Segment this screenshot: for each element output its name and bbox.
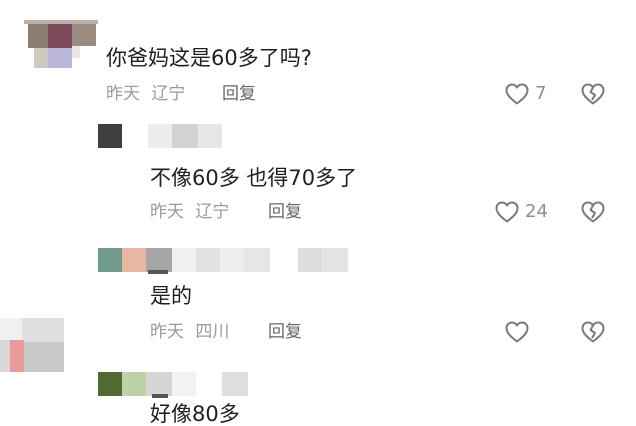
avatar[interactable] — [98, 248, 172, 274]
like-count: 24 — [525, 201, 548, 222]
heart-outline-icon — [504, 320, 530, 344]
like-button[interactable]: 24 — [494, 200, 554, 224]
dislike-button[interactable] — [580, 200, 606, 224]
broken-heart-icon — [580, 200, 606, 224]
comment-meta: 昨天 辽宁 — [106, 84, 185, 104]
broken-heart-icon — [580, 320, 606, 344]
username-mosaic — [172, 248, 348, 272]
comment-time: 昨天 — [150, 202, 184, 222]
comment-location: 辽宁 — [195, 202, 230, 222]
like-button[interactable] — [504, 320, 530, 344]
avatar[interactable] — [98, 124, 122, 148]
like-button[interactable]: 7 — [504, 82, 552, 106]
avatar[interactable] — [0, 314, 64, 374]
like-count: 7 — [535, 83, 547, 104]
username-mosaic — [148, 124, 222, 148]
comment-meta: 昨天 四川 — [150, 322, 229, 342]
heart-outline-icon — [504, 82, 530, 106]
comment-meta: 昨天 辽宁 — [150, 202, 229, 222]
reply-button[interactable]: 回复 — [268, 322, 302, 342]
comment-text: 你爸妈这是60多了吗? — [106, 46, 312, 70]
avatar[interactable] — [24, 20, 98, 72]
username-mosaic — [172, 372, 248, 396]
reply-button[interactable]: 回复 — [222, 84, 256, 104]
comment-location: 辽宁 — [151, 84, 186, 104]
heart-outline-icon — [494, 200, 520, 224]
comment-location: 四川 — [195, 322, 230, 342]
dislike-button[interactable] — [580, 320, 606, 344]
comment-text: 好像80多 — [150, 402, 240, 426]
comment-text: 不像60多 也得70多了 — [150, 166, 358, 190]
reply-button[interactable]: 回复 — [268, 202, 302, 222]
broken-heart-icon — [580, 82, 606, 106]
comment-time: 昨天 — [150, 322, 184, 342]
dislike-button[interactable] — [580, 82, 606, 106]
comment-time: 昨天 — [106, 84, 140, 104]
comment-text: 是的 — [150, 284, 192, 308]
avatar[interactable] — [98, 372, 172, 398]
